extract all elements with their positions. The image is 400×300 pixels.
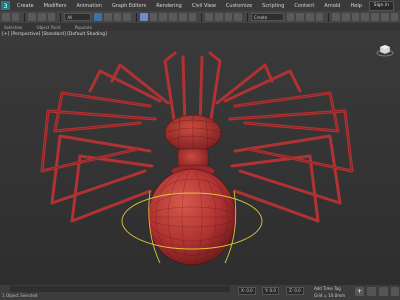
toolbar-divider xyxy=(136,12,138,22)
menu-content[interactable]: Content xyxy=(289,3,319,9)
ribbon-tab-selection[interactable]: Selection xyxy=(4,25,22,30)
rectangle-selection-icon[interactable] xyxy=(113,13,122,21)
toolbar-divider xyxy=(24,12,26,22)
align-icon[interactable] xyxy=(296,13,305,21)
menu-rendering[interactable]: Rendering xyxy=(151,3,187,9)
status-bar: 1 Object Selected X: 0.0 Y: 0.0 Z: 0.0 G… xyxy=(0,285,400,300)
select-by-name-icon[interactable] xyxy=(104,13,112,21)
key-filters-icon[interactable] xyxy=(367,287,376,296)
selection-filter-dropdown[interactable]: All xyxy=(64,13,92,21)
schematic-view-icon[interactable] xyxy=(342,13,350,21)
toolbar-divider xyxy=(328,12,330,22)
ribbon-tabs: Selection Object Paint Populate xyxy=(0,23,400,31)
menu-bar: 3 Create Modifiers Animation Graph Edito… xyxy=(0,0,400,11)
sign-in-button[interactable]: Sign in xyxy=(368,1,394,11)
pivot-center-icon[interactable] xyxy=(188,13,197,21)
snaps-toggle-icon[interactable] xyxy=(205,13,213,21)
select-scale-icon[interactable] xyxy=(159,13,168,21)
menu-scripting[interactable]: Scripting xyxy=(257,3,289,9)
main-toolbar: All Create Selection Set xyxy=(0,11,400,28)
bind-space-warp-icon[interactable] xyxy=(47,13,56,21)
menu-animation[interactable]: Animation xyxy=(71,3,107,9)
ribbon-tab-populate[interactable]: Populate xyxy=(75,25,92,30)
y-coordinate-field[interactable]: Y: 0.0 xyxy=(262,287,279,295)
placement-icon[interactable] xyxy=(169,13,177,21)
set-key-icon[interactable]: + xyxy=(355,287,364,296)
orbit-icon[interactable] xyxy=(391,287,399,296)
toggle-ribbon-icon[interactable] xyxy=(315,13,324,21)
selection-status-text: 1 Object Selected xyxy=(2,293,38,298)
toolbar-divider xyxy=(60,12,62,22)
angle-snap-icon[interactable] xyxy=(214,13,223,21)
menu-help[interactable]: Help xyxy=(345,3,366,9)
menu-civil-view[interactable]: Civil View xyxy=(187,3,221,9)
menu-arnold[interactable]: Arnold xyxy=(319,3,345,9)
redo-icon[interactable] xyxy=(11,13,20,21)
spinner-snap-icon[interactable] xyxy=(234,13,242,21)
toolbar-divider xyxy=(201,12,203,22)
z-coordinate-field[interactable]: Z: 0.0 xyxy=(286,287,304,295)
reference-coordinate-icon[interactable] xyxy=(178,13,187,21)
undo-icon[interactable] xyxy=(2,13,10,21)
lamp-model[interactable] xyxy=(0,31,400,285)
rendered-frame-window-icon[interactable] xyxy=(371,13,379,21)
add-time-tag-button[interactable]: Add Time Tag xyxy=(312,286,343,292)
curve-editor-icon[interactable] xyxy=(332,13,341,21)
layer-explorer-icon[interactable] xyxy=(306,13,314,21)
select-object-icon[interactable] xyxy=(94,13,103,21)
svg-text:3: 3 xyxy=(3,3,7,10)
app-logo-icon[interactable]: 3 xyxy=(1,1,10,10)
menu-graph-editors[interactable]: Graph Editors xyxy=(107,3,151,9)
time-slider[interactable] xyxy=(10,286,230,292)
window-crossing-icon[interactable] xyxy=(123,13,132,21)
render-setup-icon[interactable] xyxy=(361,13,370,21)
render-in-cloud-icon[interactable] xyxy=(390,13,399,21)
select-rotate-icon[interactable] xyxy=(149,13,158,21)
perspective-viewport[interactable]: [+] [Perspective] [Standard] [Default Sh… xyxy=(0,31,400,285)
x-coordinate-field[interactable]: X: 0.0 xyxy=(238,287,256,295)
menu-modifiers[interactable]: Modifiers xyxy=(39,3,72,9)
mirror-icon[interactable] xyxy=(286,13,295,21)
ribbon-tab-object-paint[interactable]: Object Paint xyxy=(36,25,60,30)
link-icon[interactable] xyxy=(28,13,37,21)
unlink-icon[interactable] xyxy=(38,13,46,21)
grid-size-text: Grid = 10.0mm xyxy=(314,293,345,298)
named-selection-set-dropdown[interactable]: Create Selection Set xyxy=(250,13,284,28)
menu-create[interactable]: Create xyxy=(12,3,39,9)
material-editor-icon[interactable] xyxy=(351,13,360,21)
toolbar-divider xyxy=(246,12,248,22)
menu-customize[interactable]: Customize xyxy=(221,3,257,9)
render-production-icon[interactable] xyxy=(380,13,389,21)
zoom-extents-icon[interactable] xyxy=(379,287,388,296)
percent-snap-icon[interactable] xyxy=(224,13,233,21)
select-move-icon[interactable] xyxy=(140,13,148,21)
